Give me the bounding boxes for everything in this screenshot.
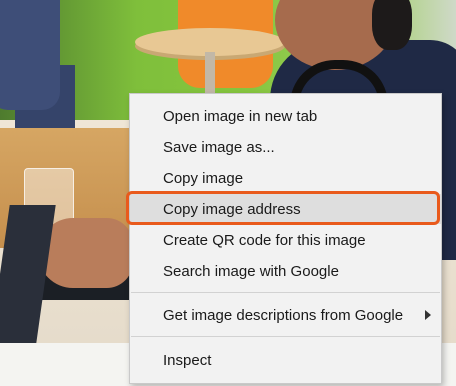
menu-item-open-image-new-tab[interactable]: Open image in new tab — [130, 101, 441, 131]
menu-item-create-qr-code[interactable]: Create QR code for this image — [130, 225, 441, 255]
menu-item-label: Open image in new tab — [163, 107, 318, 125]
menu-item-label: Get image descriptions from Google — [163, 306, 404, 324]
highlight-annotation-box — [126, 191, 440, 225]
menu-item-label: Create QR code for this image — [163, 231, 366, 249]
menu-item-label: Copy image — [163, 169, 244, 187]
menu-item-label: Search image with Google — [163, 262, 339, 280]
menu-separator — [131, 292, 440, 293]
menu-item-label: Save image as... — [163, 138, 275, 156]
menu-item-search-image-google[interactable]: Search image with Google — [130, 256, 441, 286]
photo-person-hair — [372, 0, 412, 50]
menu-item-save-image-as[interactable]: Save image as... — [130, 132, 441, 162]
menu-item-inspect[interactable]: Inspect — [130, 345, 441, 375]
menu-item-get-image-descriptions[interactable]: Get image descriptions from Google — [130, 300, 441, 330]
context-menu: Open image in new tab Save image as... C… — [129, 93, 442, 384]
menu-item-copy-image[interactable]: Copy image — [130, 163, 441, 193]
photo-chair-left — [0, 0, 60, 110]
submenu-arrow-icon — [425, 310, 431, 320]
menu-item-label: Inspect — [163, 351, 212, 369]
menu-separator — [131, 336, 440, 337]
